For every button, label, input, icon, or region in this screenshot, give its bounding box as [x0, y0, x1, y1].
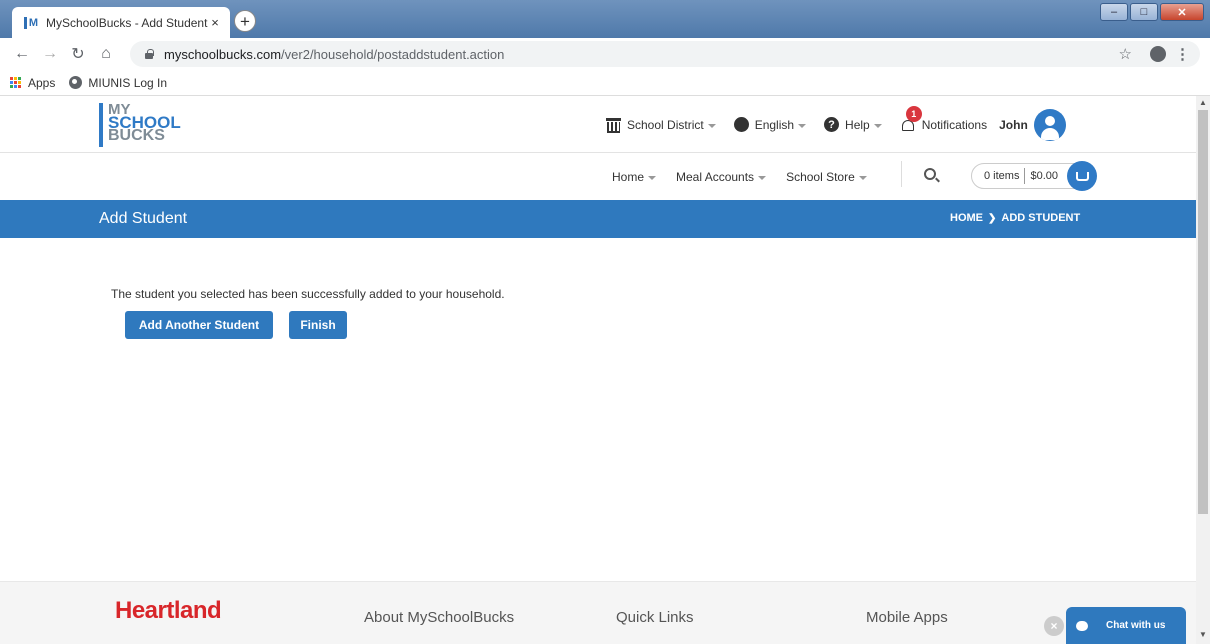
myschoolbucks-logo[interactable]: MY SCHOOL BUCKS [99, 102, 181, 147]
breadcrumb: HOME ❯ ADD STUDENT [950, 212, 1080, 224]
apps-icon [10, 76, 22, 89]
close-chat-icon[interactable]: × [1044, 616, 1064, 636]
maximize-button[interactable]: □ [1130, 3, 1158, 21]
cart-total: $0.00 [1030, 170, 1058, 182]
home-icon[interactable]: ⌂ [92, 45, 120, 63]
language-label: English [754, 117, 795, 132]
breadcrumb-current: ADD STUDENT [1001, 212, 1081, 224]
language-menu[interactable]: English [733, 117, 807, 132]
account-icon[interactable] [1150, 46, 1166, 62]
globe-icon [733, 117, 749, 132]
chat-bubble-icon [1076, 620, 1088, 631]
bookmark-label: Apps [28, 75, 56, 90]
help-menu[interactable]: ? Help [824, 117, 882, 132]
school-district-menu[interactable]: School District [606, 117, 716, 133]
bookmark-star-icon[interactable]: ☆ [1119, 45, 1132, 63]
chevron-down-icon [798, 123, 807, 128]
page-title-band: Add Student HOME ❯ ADD STUDENT [0, 200, 1196, 238]
chat-button[interactable]: Chat with us [1066, 607, 1186, 644]
window-controls: – □ ✕ [1100, 3, 1204, 21]
finish-button[interactable]: Finish [289, 311, 347, 339]
success-message: The student you selected has been succes… [111, 287, 505, 301]
chevron-down-icon [758, 175, 767, 180]
bookmark-miunis[interactable]: MIUNIS Log In [69, 76, 167, 90]
close-window-button[interactable]: ✕ [1160, 3, 1204, 21]
main-nav: Home Meal Accounts School Store 0 items … [0, 153, 1196, 200]
chevron-right-icon: ❯ [988, 212, 997, 224]
chevron-down-icon [873, 123, 882, 128]
notifications-link[interactable]: 1 Notifications [900, 105, 988, 134]
site-header: MY SCHOOL BUCKS School District English … [0, 96, 1196, 153]
chat-label: Chat with us [1106, 620, 1166, 631]
browser-tab[interactable]: M MySchoolBucks - Add Student × [12, 7, 230, 38]
cart-summary[interactable]: 0 items $0.00 [971, 161, 1097, 191]
nav-meal-accounts[interactable]: Meal Accounts [676, 169, 767, 184]
user-name: John [999, 117, 1028, 132]
menu-icon[interactable]: ⋮ [1175, 45, 1190, 63]
user-menu[interactable]: John [999, 108, 1066, 141]
bank-icon [606, 118, 621, 133]
footer-heading-about: About MySchoolBucks [364, 609, 515, 626]
browser-toolbar: ← → ↻ ⌂ myschoolbucks.com/ver2/household… [0, 38, 1210, 70]
footer: Heartland About MySchoolBucks Quick Link… [0, 581, 1196, 644]
forward-icon[interactable]: → [36, 45, 64, 63]
url-path: /ver2/household/postaddstudent.action [281, 46, 505, 62]
back-icon[interactable]: ← [8, 45, 36, 63]
page-title: Add Student [99, 210, 188, 227]
scroll-up-icon[interactable]: ▲ [1199, 98, 1207, 107]
notification-badge: 1 [905, 105, 922, 122]
search-icon[interactable] [924, 168, 936, 180]
nav-home-label: Home [612, 169, 645, 184]
favicon-icon: M [24, 16, 38, 30]
breadcrumb-home[interactable]: HOME [950, 212, 983, 224]
nav-school-store-label: School Store [786, 169, 855, 184]
globe-icon [69, 76, 83, 89]
address-bar[interactable]: myschoolbucks.com/ver2/household/postadd… [130, 41, 1200, 67]
bookmark-apps[interactable]: Apps [10, 76, 55, 90]
chevron-down-icon [707, 123, 716, 128]
bookmarks-bar: Apps MIUNIS Log In [0, 70, 1210, 96]
lock-icon [144, 49, 154, 59]
bookmark-label: MIUNIS Log In [88, 75, 168, 90]
tab-close-icon[interactable]: × [208, 15, 222, 30]
heartland-logo[interactable]: Heartland [115, 597, 222, 625]
nav-divider [901, 161, 902, 187]
browser-tab-strip: M MySchoolBucks - Add Student × + – □ ✕ [0, 0, 1210, 38]
notifications-label: Notifications [921, 117, 988, 132]
cart-items: 0 items [984, 170, 1020, 182]
avatar [1033, 108, 1066, 141]
reload-icon[interactable]: ↻ [64, 44, 92, 64]
bell-icon: 1 [900, 105, 922, 134]
tab-title: MySchoolBucks - Add Student [46, 15, 208, 30]
url-host: myschoolbucks.com [164, 46, 282, 62]
top-nav: School District English ? Help 1 Notific… [606, 96, 1066, 153]
footer-heading-quick-links: Quick Links [616, 609, 694, 626]
help-icon: ? [824, 117, 840, 132]
nav-school-store[interactable]: School Store [786, 170, 867, 184]
footer-heading-mobile-apps: Mobile Apps [866, 609, 948, 626]
vertical-scrollbar[interactable]: ▲ ▼ [1196, 96, 1210, 644]
chevron-down-icon [858, 175, 867, 180]
cart-icon[interactable] [1067, 161, 1097, 191]
chevron-down-icon [648, 175, 657, 180]
nav-home[interactable]: Home [612, 169, 657, 184]
nav-meal-accounts-label: Meal Accounts [676, 169, 755, 184]
scroll-down-icon[interactable]: ▼ [1199, 630, 1207, 639]
help-label: Help [845, 117, 870, 132]
scrollbar-thumb[interactable] [1198, 110, 1208, 514]
add-another-student-button[interactable]: Add Another Student [125, 311, 273, 339]
school-district-label: School District [627, 117, 704, 132]
new-tab-button[interactable]: + [234, 10, 256, 32]
minimize-button[interactable]: – [1100, 3, 1128, 21]
